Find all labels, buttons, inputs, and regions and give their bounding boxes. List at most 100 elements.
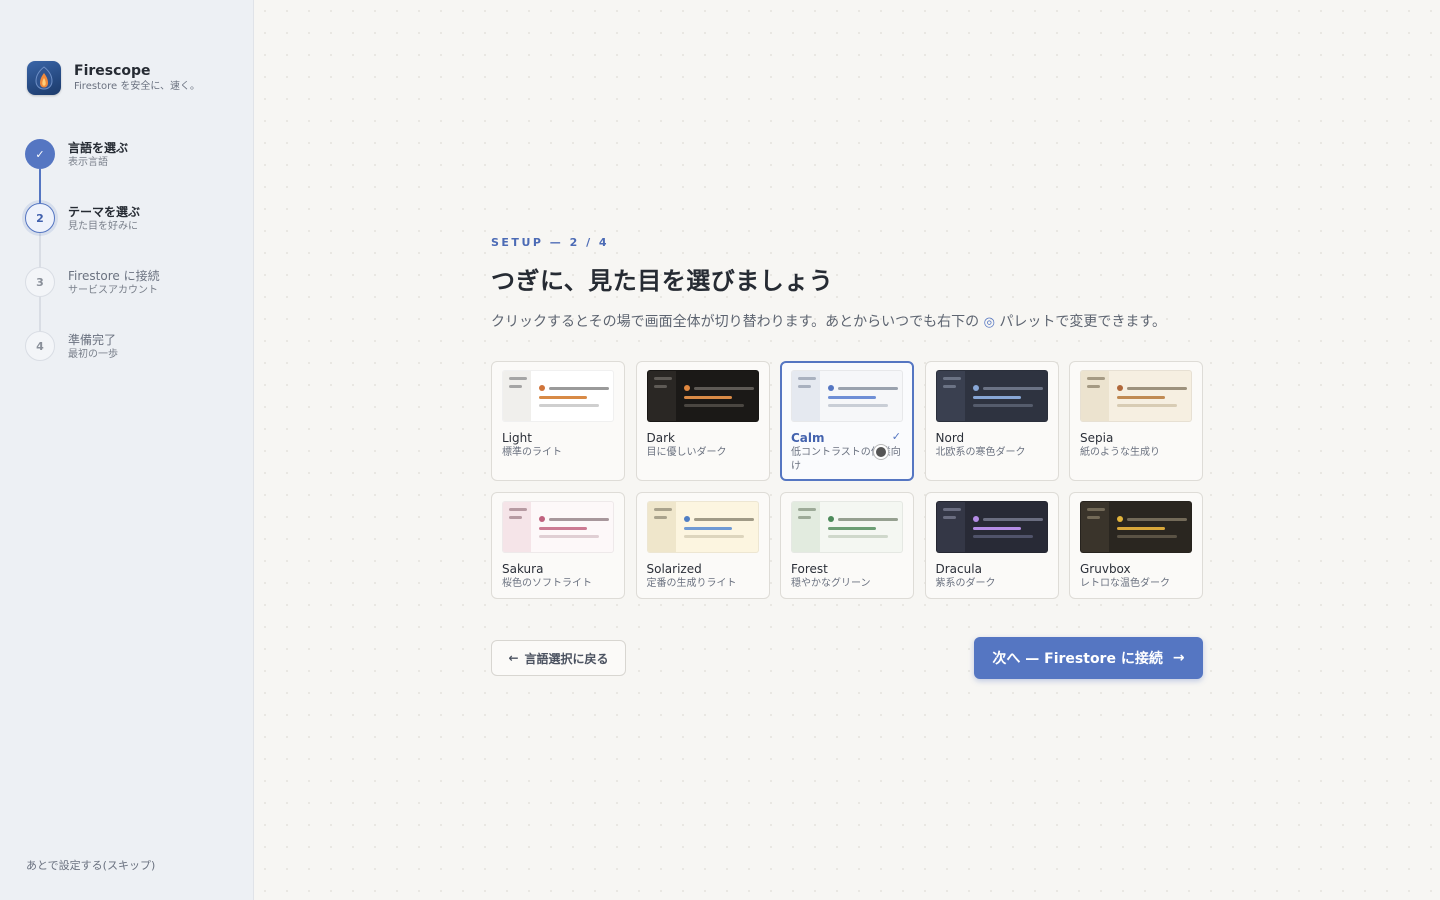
theme-card-sakura[interactable]: Sakura 桜色のソフトライト [491, 492, 625, 599]
next-button[interactable]: 次へ — Firestore に接続 → [974, 637, 1203, 679]
next-button-label: 次へ — Firestore に接続 [992, 651, 1163, 667]
theme-description: 桜色のソフトライト [502, 578, 592, 589]
preview-line [828, 404, 888, 407]
preview-bar [942, 385, 956, 388]
theme-name: Solarized [646, 562, 702, 576]
back-button[interactable]: ← 言語選択に戻る [491, 640, 626, 676]
preview-bar [653, 516, 667, 519]
theme-name: Dark [646, 431, 675, 445]
preview-bar [653, 508, 672, 511]
preview-dot [828, 516, 834, 522]
theme-description: レトロな温色ダーク [1080, 578, 1170, 589]
theme-card-light[interactable]: Light 標準のライト [491, 361, 625, 481]
theme-card-dark[interactable]: Dark 目に優しいダーク [635, 361, 770, 481]
theme-preview [935, 501, 1048, 553]
step-number: 4 [25, 331, 55, 361]
preview-line [693, 386, 754, 390]
step-number: 3 [25, 267, 55, 297]
preview-line [828, 527, 876, 530]
theme-name: Sepia [1080, 431, 1114, 445]
theme-description: 定番の生成りライト [646, 578, 737, 589]
theme-name: Dracula [935, 562, 982, 576]
step-connect[interactable]: 3 Firestore に接続 サービスアカウント [25, 267, 160, 331]
preview-line [1127, 517, 1187, 521]
theme-preview [502, 370, 614, 422]
theme-name: Gruvbox [1080, 562, 1131, 576]
step-subtitle: 見た目を好みに [68, 221, 138, 232]
theme-preview [791, 501, 903, 553]
theme-description: 標準のライト [502, 447, 562, 458]
theme-description: 目に優しいダーク [646, 447, 727, 458]
brand-tagline: Firestore を安全に、速く。 [74, 80, 201, 92]
preview-dot [683, 516, 690, 522]
theme-preview [935, 370, 1048, 422]
theme-card-dracula[interactable]: Dracula 紫系のダーク [924, 492, 1059, 599]
theme-description: 紙のような生成り [1080, 447, 1160, 458]
page-title: つぎに、見た目を選びましょう [491, 267, 834, 295]
preview-line [1117, 396, 1165, 399]
preview-dot [828, 385, 834, 391]
preview-bar [509, 377, 527, 380]
theme-name: Sakura [502, 562, 544, 576]
preview-line [1117, 527, 1165, 530]
step-language[interactable]: ✓ 言語を選ぶ 表示言語 [25, 139, 160, 203]
preview-bar [653, 385, 667, 388]
theme-name: Calm [791, 431, 825, 445]
step-check-icon: ✓ [25, 139, 55, 169]
preview-line [539, 527, 587, 530]
preview-line [838, 517, 898, 521]
theme-description: 紫系のダーク [935, 578, 996, 589]
step-theme[interactable]: 2 テーマを選ぶ 見た目を好みに [25, 203, 160, 267]
page-description: クリックするとその場で画面全体が切り替わります。あとからいつでも右下の ◎ パレ… [491, 310, 1191, 335]
skip-setup-link[interactable]: あとで設定する(スキップ) [26, 857, 155, 873]
preview-bar [942, 377, 961, 380]
main-panel: SETUP — 2 / 4 つぎに、見た目を選びましょう クリックするとその場で… [254, 0, 1440, 900]
theme-card-nord[interactable]: Nord 北欧系の寒色ダーク [924, 361, 1059, 481]
step-title: Firestore に接続 [68, 269, 160, 283]
preview-bar [1087, 508, 1105, 511]
preview-line [828, 396, 876, 399]
preview-bar [798, 508, 816, 511]
preview-dot [1117, 516, 1123, 522]
preview-line [972, 396, 1021, 399]
step-ready[interactable]: 4 準備完了 最初の一歩 [25, 331, 160, 395]
preview-line [972, 535, 1033, 538]
preview-line [693, 517, 754, 521]
firescope-logo-icon [27, 61, 61, 95]
step-connector [39, 169, 41, 203]
preview-line [683, 527, 732, 530]
step-subtitle: 最初の一歩 [68, 349, 118, 360]
preview-line [1117, 404, 1177, 407]
arrow-right-icon: → [1172, 650, 1185, 666]
preview-line [539, 535, 599, 538]
preview-line [838, 386, 898, 390]
preview-bar [1087, 385, 1100, 388]
preview-dot [539, 385, 545, 391]
preview-bar [509, 508, 527, 511]
sidebar: Firescope Firestore を安全に、速く。 ✓ 言語を選ぶ 表示言… [0, 0, 254, 900]
preview-line [972, 527, 1021, 530]
description-text: クリックするとその場で画面全体が切り替わります。あとからいつでも右下の [491, 314, 984, 330]
preview-bar [942, 508, 961, 511]
setup-eyebrow: SETUP — 2 / 4 [491, 236, 610, 249]
selected-check-icon: ✓ [891, 430, 901, 443]
arrow-left-icon: ← [508, 651, 519, 665]
theme-card-solarized[interactable]: Solarized 定番の生成りライト [635, 492, 770, 599]
preview-bar [509, 385, 522, 388]
theme-card-forest[interactable]: Forest 穏やかなグリーン [780, 492, 914, 599]
theme-card-gruvbox[interactable]: Gruvbox レトロな温色ダーク [1069, 492, 1203, 599]
theme-card-calm[interactable]: Calm 低コントラストの作業向け ✓ [780, 361, 914, 481]
preview-bar [798, 385, 811, 388]
theme-preview [791, 370, 903, 422]
theme-step-content: SETUP — 2 / 4 つぎに、見た目を選びましょう クリックするとその場で… [491, 236, 1203, 681]
theme-name: Light [502, 431, 532, 445]
preview-line [972, 404, 1033, 407]
preview-bar [653, 377, 672, 380]
theme-card-sepia[interactable]: Sepia 紙のような生成り [1069, 361, 1203, 481]
preview-line [539, 404, 599, 407]
brand: Firescope Firestore を安全に、速く。 [27, 61, 200, 95]
wizard-actions: ← 言語選択に戻る 次へ — Firestore に接続 → [491, 637, 1203, 681]
preview-line [982, 386, 1043, 390]
back-button-label: 言語選択に戻る [524, 651, 609, 666]
step-subtitle: 表示言語 [68, 157, 108, 168]
